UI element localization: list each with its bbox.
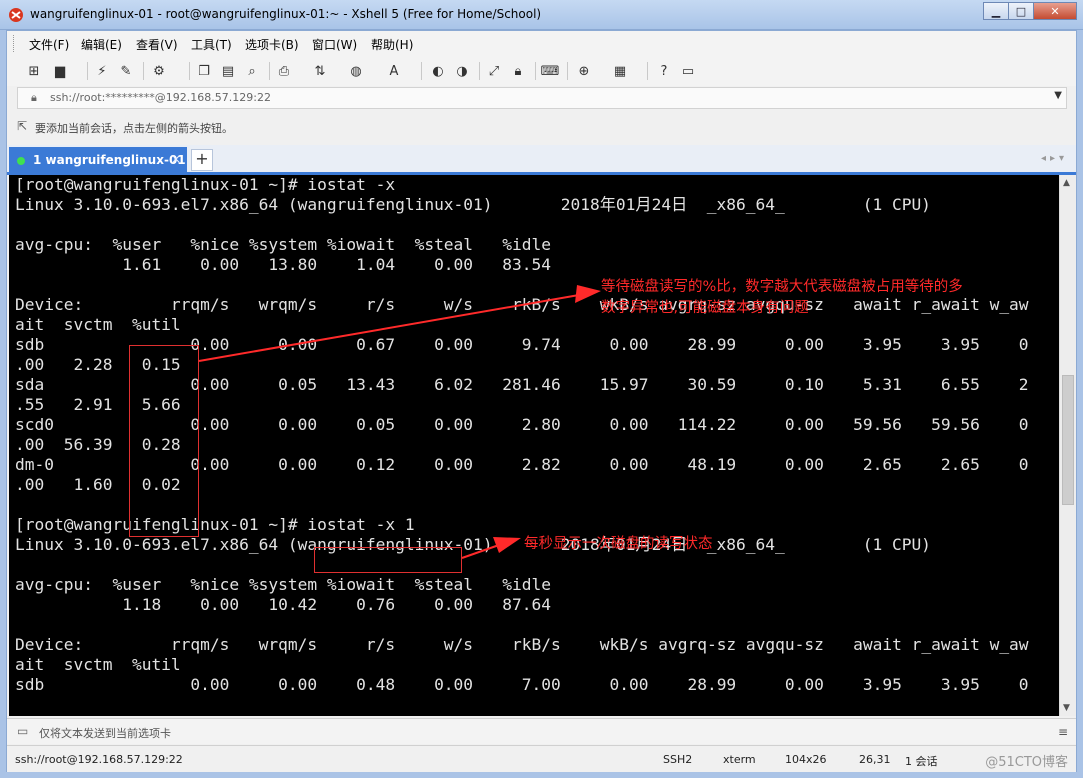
tab-nav-arrows-icon[interactable]: ◂▸▾ [1041, 153, 1068, 164]
terminal-line: avg-cpu: %user %nice %system %iowait %st… [15, 575, 552, 594]
add-icon[interactable]: ⊕ [575, 62, 593, 80]
terminal-line: ait svctm %util [15, 655, 181, 674]
address-bar[interactable]: 🔒︎ ssh://root:*********@192.168.57.129:2… [17, 87, 1067, 109]
disconnect-icon[interactable]: ✎ [117, 62, 135, 80]
xshell-logo-icon [9, 8, 23, 22]
menu-tabs[interactable]: 选项卡(B) [245, 36, 299, 53]
font-icon[interactable]: A [385, 62, 403, 80]
lock-icon: 🔒︎ [31, 91, 37, 104]
status-size: 104x26 [785, 753, 827, 766]
terminal-line: Device: rrqm/s wrqm/s r/s w/s rkB/s wkB/… [15, 295, 1029, 314]
tab-label: 1 wangruifenglinux-01 [33, 153, 186, 167]
terminal[interactable]: [root@wangruifenglinux-01 ~]# iostat -x … [9, 175, 1059, 716]
util-annotation-line1: 等待磁盘读写的%比，数字越大代表磁盘被占用等待的多 [601, 279, 963, 295]
menu-edit[interactable]: 编辑(E) [81, 36, 122, 53]
compose-placeholder: 仅将文本发送到当前选项卡 [39, 727, 171, 740]
tab-close-icon[interactable]: × [171, 152, 181, 166]
menu-view[interactable]: 查看(V) [136, 36, 178, 53]
status-sessions: 1 会话 [905, 755, 938, 768]
terminal-line: Linux 3.10.0-693.el7.x86_64 (wangruifeng… [15, 195, 931, 214]
terminal-line: avg-cpu: %user %nice %system %iowait %st… [15, 235, 552, 254]
terminal-line: 1.18 0.00 10.42 0.76 0.00 87.64 [15, 595, 552, 614]
close-button[interactable]: ✕ [1033, 2, 1077, 20]
title-bar: wangruifenglinux-01 - root@wangruifengli… [0, 0, 1083, 30]
terminal-line: [root@wangruifenglinux-01 ~]# iostat -x [15, 175, 396, 194]
menu-lines-icon[interactable]: ≡ [1058, 725, 1068, 739]
print-icon[interactable]: ⎙ [275, 62, 293, 80]
layout-icon[interactable]: ▦ [611, 62, 629, 80]
chat-icon[interactable]: ▭ [679, 62, 697, 80]
xmanager-icon[interactable]: ◑ [453, 62, 471, 80]
maximize-button[interactable]: □ [1008, 2, 1034, 20]
terminal-line: [root@wangruifenglinux-01 ~]# iostat -x … [15, 515, 415, 534]
terminal-line: Device: rrqm/s wrqm/s r/s w/s rkB/s wkB/… [15, 635, 1029, 654]
terminal-line: 1.61 0.00 13.80 1.04 0.00 83.54 [15, 255, 552, 274]
tab-session-1[interactable]: 1 wangruifenglinux-01 × [9, 147, 187, 173]
status-bar: ssh://root@192.168.57.129:22 SSH2 xterm … [7, 745, 1076, 772]
session-hint-bar: ⇱ 要添加当前会话，点击左侧的箭头按钮。 [17, 116, 1067, 138]
watermark: @51CTO博客 [985, 755, 1068, 770]
menu-window[interactable]: 窗口(W) [312, 36, 357, 53]
scroll-up-icon[interactable]: ▲ [1063, 178, 1070, 188]
fullscreen-icon[interactable]: ⤢ [485, 62, 503, 80]
compose-bar[interactable]: ▭ 仅将文本发送到当前选项卡 ≡ [7, 718, 1076, 744]
command-highlight [314, 547, 462, 573]
session-hint: 要添加当前会话，点击左侧的箭头按钮。 [35, 122, 233, 135]
menu-bar: 文件(F) 编辑(E) 查看(V) 工具(T) 选项卡(B) 窗口(W) 帮助(… [7, 31, 1076, 56]
status-address: ssh://root@192.168.57.129:22 [15, 753, 183, 766]
util-annotation-line2: 数字异常也,可能磁盘本身有问题 [601, 300, 809, 316]
terminal-scrollbar[interactable]: ▲ ▼ [1059, 175, 1076, 716]
connected-status-icon [17, 157, 25, 165]
status-protocol: SSH2 [663, 753, 693, 766]
terminal-line: ait svctm %util [15, 315, 181, 334]
properties-icon[interactable]: ⚙ [150, 62, 168, 80]
globe-icon[interactable]: ◍ [347, 62, 365, 80]
terminal-line: Linux 3.10.0-693.el7.x86_64 (wangruifeng… [15, 535, 931, 554]
util-column-highlight [129, 345, 199, 537]
lock-icon[interactable]: 🔒︎ [509, 62, 527, 80]
paste-icon[interactable]: ▤ [219, 62, 237, 80]
help-icon[interactable]: ? [655, 62, 673, 80]
toolbar: ⊞ ▆ ⚡ ✎ ⚙ ❐ ▤ ⌕ ⎙ ⇅ ◍ A ◐ ◑ ⤢ 🔒︎ ⌨ ⊕ ▦ ?… [7, 56, 1076, 86]
xftp-icon[interactable]: ◐ [429, 62, 447, 80]
menu-file[interactable]: 文件(F) [29, 36, 69, 53]
scroll-down-icon[interactable]: ▼ [1063, 703, 1070, 713]
menu-tools[interactable]: 工具(T) [191, 36, 232, 53]
status-cursor: 26,31 [859, 753, 891, 766]
new-tab-button[interactable]: + [191, 149, 213, 171]
app-client: 文件(F) 编辑(E) 查看(V) 工具(T) 选项卡(B) 窗口(W) 帮助(… [6, 30, 1077, 772]
menu-grip [13, 35, 16, 52]
window-title: wangruifenglinux-01 - root@wangruifengli… [30, 7, 542, 21]
scroll-thumb[interactable] [1062, 375, 1074, 505]
arrow-add-icon[interactable]: ⇱ [17, 119, 27, 133]
tab-bar: 1 wangruifenglinux-01 × + ◂▸▾ [7, 145, 1076, 175]
terminal-line: sdb 0.00 0.00 0.48 0.00 7.00 0.00 28.99 … [15, 675, 1029, 694]
open-folder-icon[interactable]: ▆ [51, 62, 69, 80]
minimize-button[interactable]: ▁ [983, 2, 1009, 20]
find-icon[interactable]: ⌕ [243, 62, 261, 80]
copy-icon[interactable]: ❐ [195, 62, 213, 80]
menu-help[interactable]: 帮助(H) [371, 36, 413, 53]
command-annotation: 每秒显示一次磁盘的读写状态 [524, 536, 713, 552]
new-session-icon[interactable]: ⊞ [25, 62, 43, 80]
send-icon[interactable]: ▭ [17, 724, 28, 738]
chevron-down-icon[interactable]: ▼ [1054, 90, 1062, 101]
status-term: xterm [723, 753, 756, 766]
address-text: ssh://root:*********@192.168.57.129:22 [50, 91, 271, 104]
connect-icon[interactable]: ⚡ [93, 62, 111, 80]
keyboard-icon[interactable]: ⌨ [541, 62, 560, 80]
transfer-icon[interactable]: ⇅ [311, 62, 329, 80]
